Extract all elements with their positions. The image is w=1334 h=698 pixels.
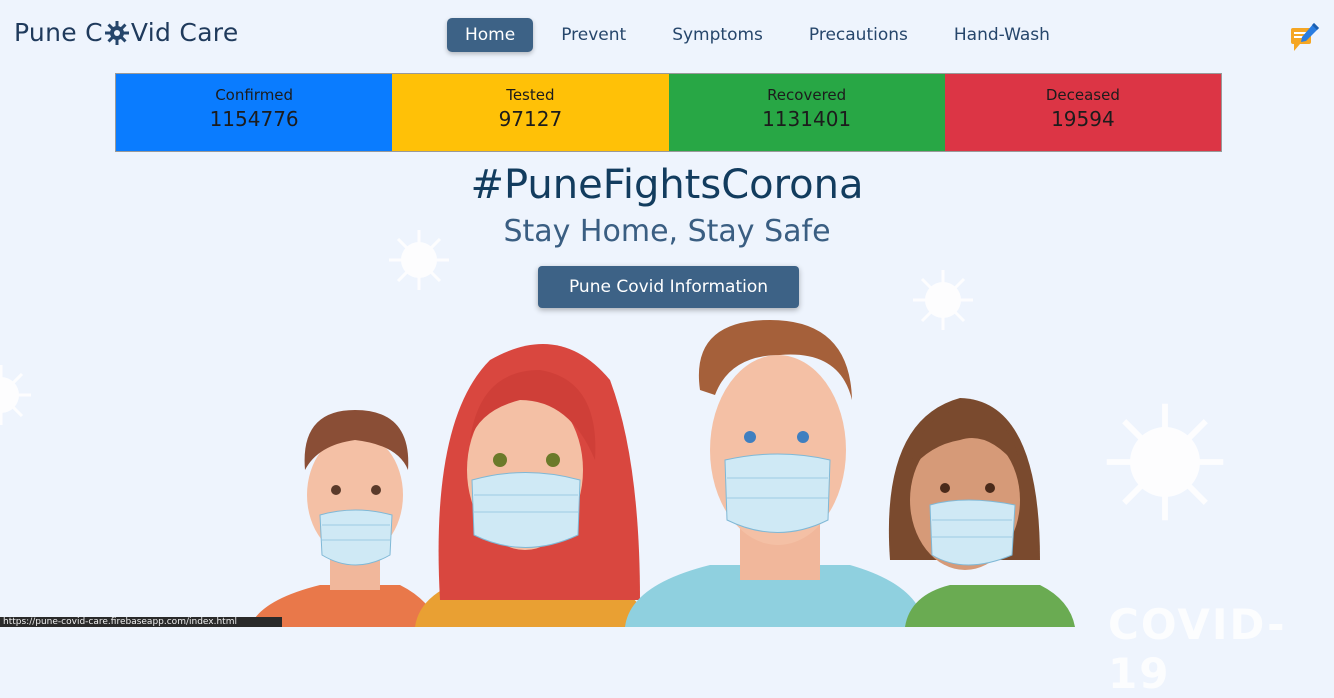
person-man (625, 320, 925, 627)
stat-label: Tested (506, 86, 555, 104)
stat-value: 19594 (1051, 107, 1115, 131)
navbar: Pune C Vid Care Home Prevent Symptoms Pr… (0, 0, 1334, 70)
person-boy (250, 410, 440, 627)
nav-home[interactable]: Home (447, 18, 534, 52)
browser-status-bar: https://pune-covid-care.firebaseapp.com/… (0, 617, 282, 627)
hero-title: #PuneFightsCorona (470, 162, 864, 208)
stat-confirmed: Confirmed 1154776 (116, 74, 393, 151)
stat-value: 1131401 (762, 107, 852, 131)
notepad-edit-icon[interactable] (1288, 20, 1322, 54)
stat-recovered: Recovered 1131401 (668, 74, 945, 151)
person-woman (888, 398, 1075, 627)
nav-precautions[interactable]: Precautions (791, 18, 926, 52)
covid-stats-bar: Confirmed 1154776 Tested 97127 Recovered… (115, 73, 1222, 152)
nav-symptoms[interactable]: Symptoms (654, 18, 781, 52)
stat-label: Recovered (767, 86, 847, 104)
nav-menu: Home Prevent Symptoms Precautions Hand-W… (447, 18, 1078, 52)
virus-gear-icon (104, 20, 129, 45)
stat-tested: Tested 97127 (392, 74, 669, 151)
stat-label: Deceased (1045, 86, 1120, 104)
nav-prevent[interactable]: Prevent (543, 18, 644, 52)
brand-suffix: Vid Care (130, 18, 239, 47)
virus-icon (1106, 403, 1224, 521)
person-girl-red-hair (415, 344, 650, 627)
stat-deceased: Deceased 19594 (944, 74, 1221, 151)
brand-logo[interactable]: Pune C Vid Care (14, 18, 239, 47)
covid-watermark: COVID-19 (1108, 600, 1287, 698)
stat-value: 1154776 (209, 107, 299, 131)
nav-hand-wash[interactable]: Hand-Wash (936, 18, 1068, 52)
hero-subtitle: Stay Home, Stay Safe (503, 214, 831, 249)
pune-covid-info-button[interactable]: Pune Covid Information (538, 266, 799, 308)
virus-icon (0, 365, 31, 425)
stat-value: 97127 (498, 107, 563, 131)
virus-icon (913, 270, 973, 330)
stat-label: Confirmed (215, 86, 294, 104)
brand-prefix: Pune C (14, 18, 103, 47)
